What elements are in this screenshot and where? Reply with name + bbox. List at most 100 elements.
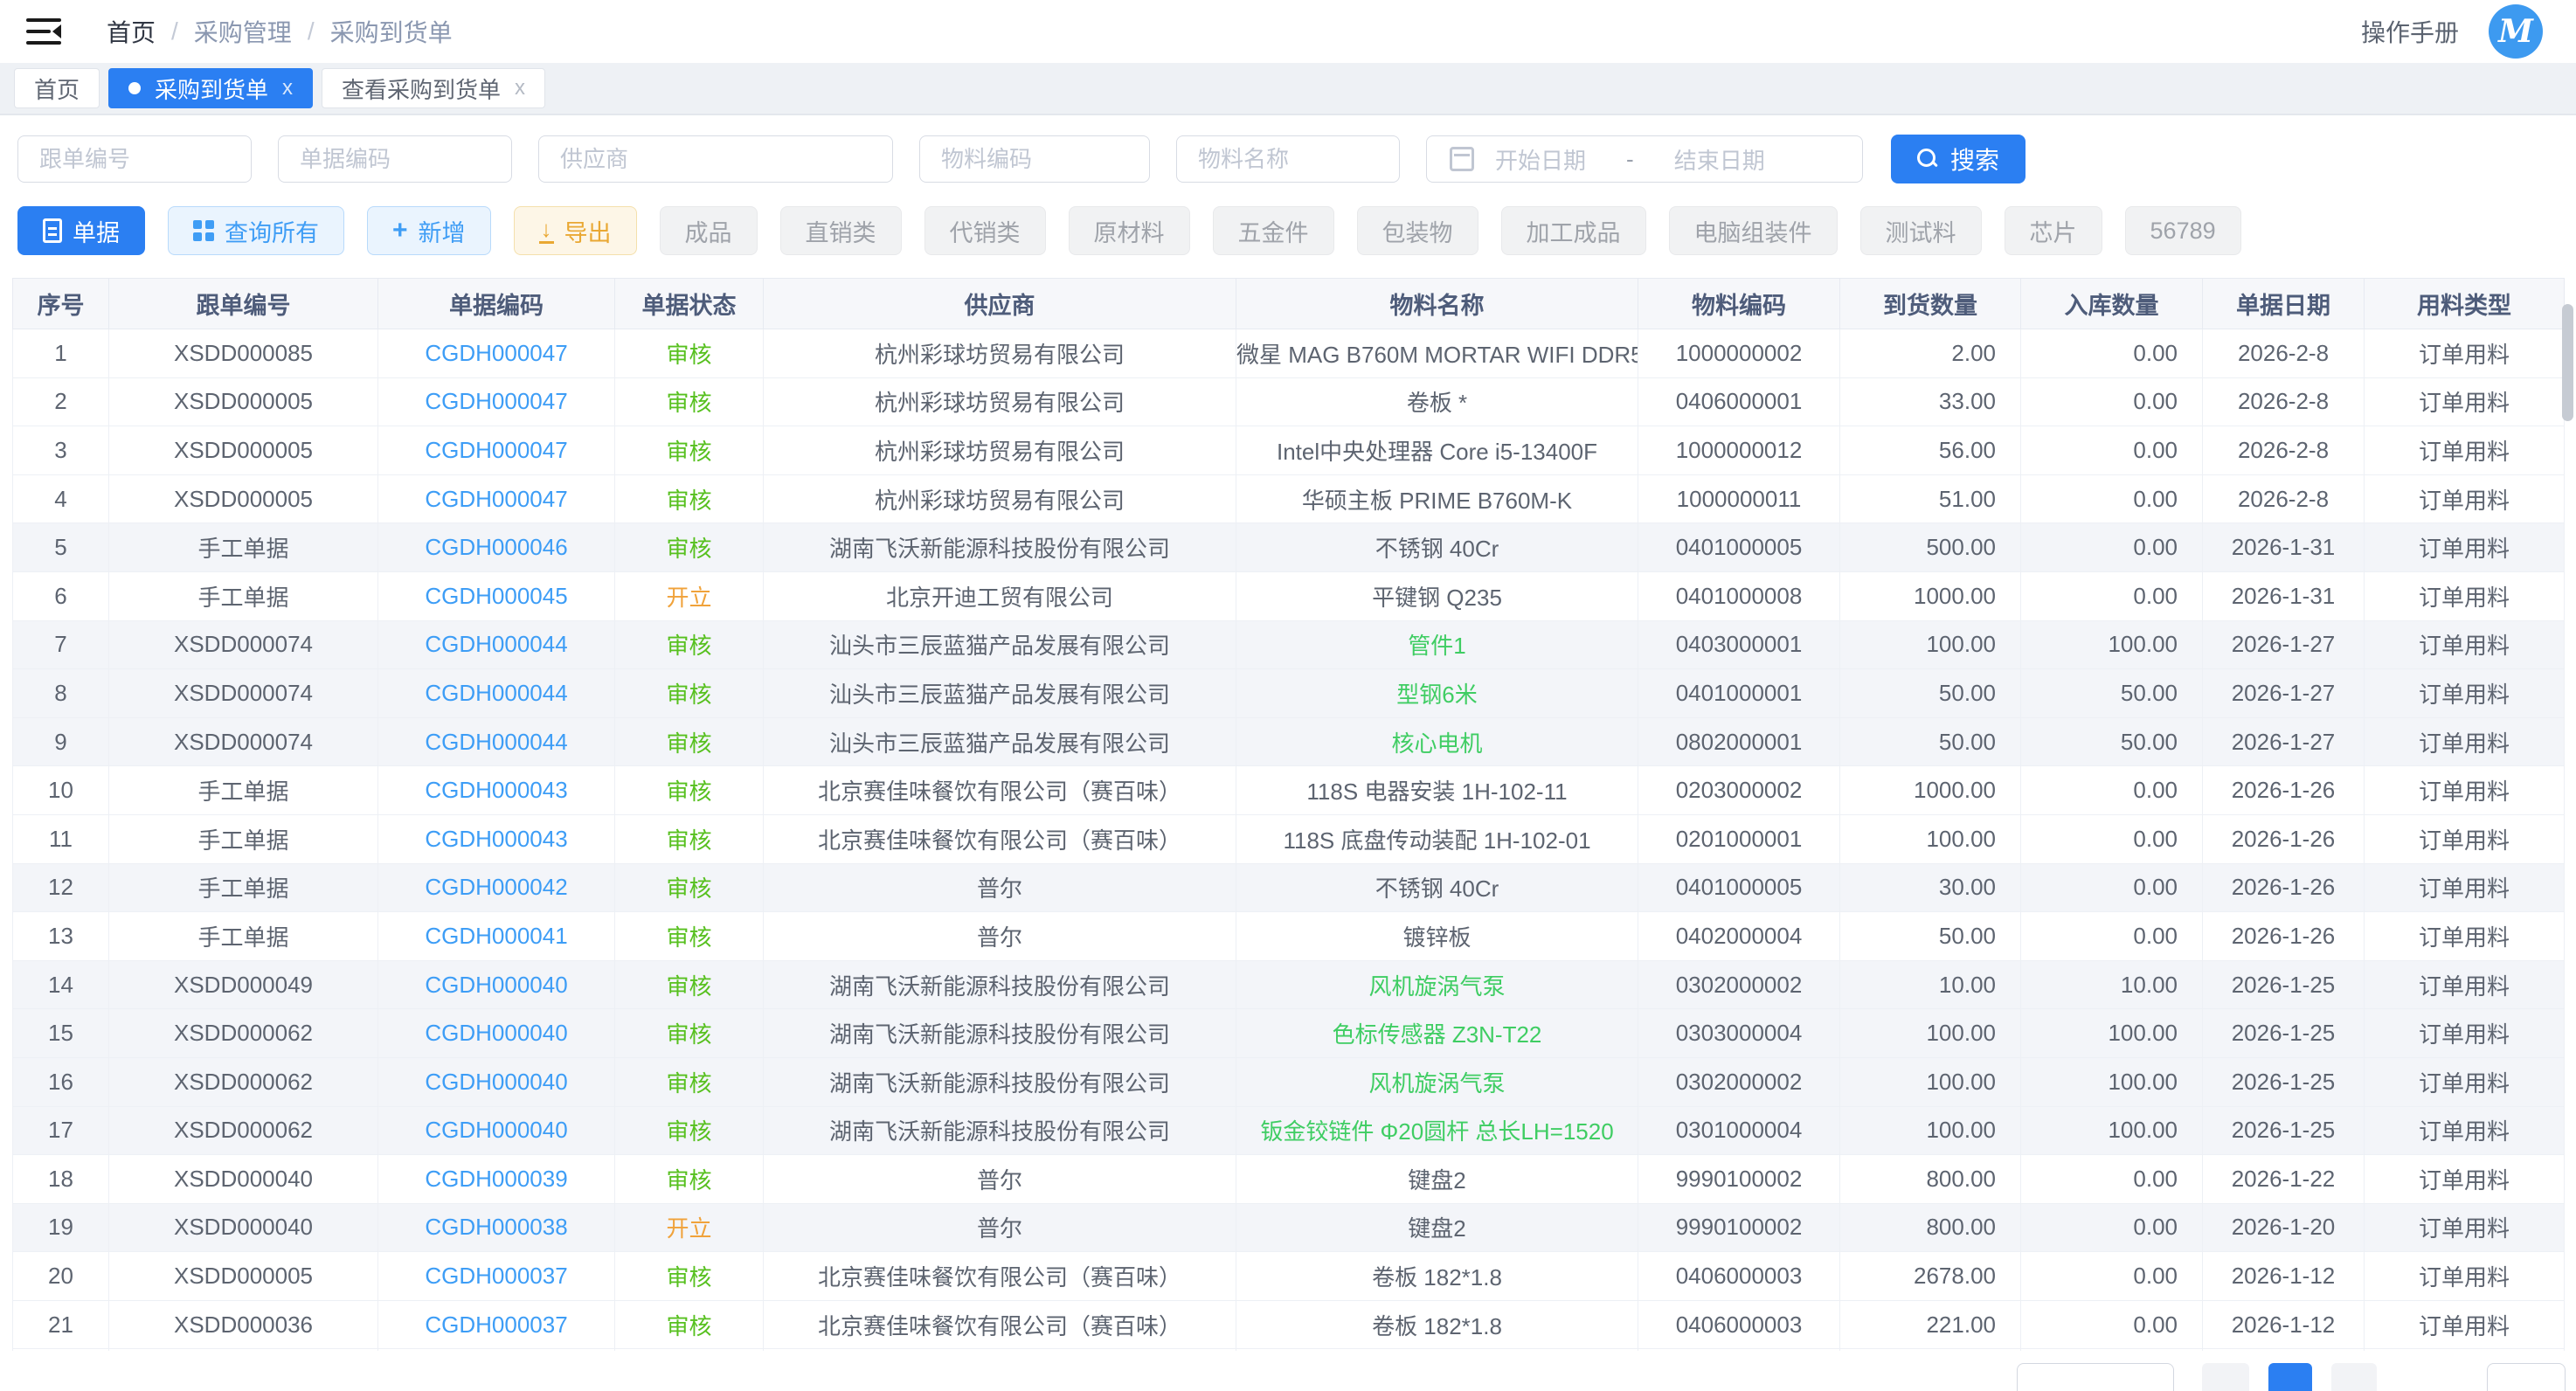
doc-code-link[interactable]: CGDH000047 — [425, 486, 567, 512]
table-row[interactable]: 15XSDD000062CGDH000040审核湖南飞沃新能源科技股份有限公司色… — [13, 1009, 2565, 1058]
doc-code-link[interactable]: CGDH000044 — [425, 680, 567, 706]
plus-icon: + — [392, 218, 408, 244]
page-size-select[interactable] — [2017, 1363, 2174, 1391]
doc-code-link[interactable]: CGDH000044 — [425, 631, 567, 657]
material-code-input[interactable] — [919, 135, 1150, 183]
table-row[interactable]: 7XSDD000074CGDH000044审核汕头市三辰蓝猫产品发展有限公司管件… — [13, 620, 2565, 669]
order-no-input[interactable] — [17, 135, 252, 183]
table-row[interactable]: 5手工单据CGDH000046审核湖南飞沃新能源科技股份有限公司不锈钢 40Cr… — [13, 523, 2565, 572]
doc-code-link[interactable]: CGDH000037 — [425, 1311, 567, 1338]
category-button-raw-material[interactable]: 原材料 — [1069, 206, 1190, 255]
cell-arrived-qty: 100.00 — [1840, 1057, 2021, 1106]
cell-seq: 20 — [13, 1252, 109, 1301]
doc-code-link[interactable]: CGDH000040 — [425, 1020, 567, 1046]
page-jump-select[interactable] — [2487, 1363, 2566, 1391]
category-button-packaging[interactable]: 包装物 — [1357, 206, 1478, 255]
search-button[interactable]: 搜索 — [1891, 135, 2025, 183]
breadcrumb-separator: / — [171, 17, 178, 45]
table-row[interactable]: 14XSDD000049CGDH000040审核湖南飞沃新能源科技股份有限公司风… — [13, 960, 2565, 1009]
table-row[interactable]: 8XSDD000074CGDH000044审核汕头市三辰蓝猫产品发展有限公司型钢… — [13, 669, 2565, 718]
tab-home[interactable]: 首页 — [14, 68, 100, 108]
category-button-computer-assembly[interactable]: 电脑组装件 — [1669, 206, 1838, 255]
cell-stocked-qty: 100.00 — [2021, 1057, 2203, 1106]
tab-view-purchase-arrival[interactable]: 查看采购到货单 x — [322, 68, 545, 108]
export-button[interactable]: ↓ 导出 — [514, 206, 637, 255]
category-button-finished-goods[interactable]: 成品 — [660, 206, 758, 255]
table-row[interactable]: 9XSDD000074CGDH000044审核汕头市三辰蓝猫产品发展有限公司核心… — [13, 717, 2565, 766]
active-page-button[interactable] — [2268, 1363, 2312, 1391]
date-range-picker[interactable]: 开始日期 - 结束日期 — [1426, 135, 1863, 183]
table-row[interactable]: 18XSDD000040CGDH000039审核普尔键盘299901000028… — [13, 1155, 2565, 1204]
doc-code-link[interactable]: CGDH000038 — [425, 1214, 567, 1240]
table-row[interactable]: 4XSDD000005CGDH000047审核杭州彩球坊贸易有限公司华硕主板 P… — [13, 474, 2565, 523]
cell-material-name: 微星 MAG B760M MORTAR WIFI DDR5 主板 — [1236, 329, 1638, 378]
category-button-direct-sale[interactable]: 直销类 — [780, 206, 902, 255]
table-row[interactable]: 21XSDD000036CGDH000037审核北京赛佳味餐饮有限公司（赛百味）… — [13, 1300, 2565, 1349]
cell-material-name: 风机旋涡气泵 — [1236, 1057, 1638, 1106]
close-icon[interactable]: x — [515, 78, 525, 99]
doc-code-link[interactable]: CGDH000040 — [425, 972, 567, 998]
supplier-input[interactable] — [538, 135, 893, 183]
breadcrumb-purchase-management[interactable]: 采购管理 — [194, 14, 292, 49]
doc-code-input[interactable] — [278, 135, 512, 183]
close-icon[interactable]: x — [282, 78, 293, 99]
category-button-chip[interactable]: 芯片 — [2005, 206, 2102, 255]
doc-code-link[interactable]: CGDH000043 — [425, 777, 567, 803]
doc-code-link[interactable]: CGDH000043 — [425, 826, 567, 852]
cell-doc-status: 审核 — [615, 474, 764, 523]
table-row[interactable]: 19XSDD000040CGDH000038开立普尔键盘299901000028… — [13, 1203, 2565, 1252]
prev-page-button[interactable] — [2202, 1363, 2249, 1391]
category-button-56789[interactable]: 56789 — [2125, 206, 2241, 255]
query-all-button[interactable]: 查询所有 — [168, 206, 344, 255]
next-page-button[interactable] — [2331, 1363, 2377, 1391]
table-row[interactable]: 17XSDD000062CGDH000040审核湖南飞沃新能源科技股份有限公司钣… — [13, 1106, 2565, 1155]
user-avatar[interactable]: M — [2489, 4, 2543, 59]
cell-supplier: 汕头市三辰蓝猫产品发展有限公司 — [764, 669, 1236, 718]
add-button[interactable]: + 新增 — [367, 206, 491, 255]
doc-code-link[interactable]: CGDH000047 — [425, 388, 567, 414]
table-row[interactable]: 2XSDD000005CGDH000047审核杭州彩球坊贸易有限公司卷板 *04… — [13, 377, 2565, 426]
table-row[interactable]: 11手工单据CGDH000043审核北京赛佳味餐饮有限公司（赛百味）118S 底… — [13, 814, 2565, 863]
doc-code-link[interactable]: CGDH000047 — [425, 340, 567, 366]
table-row[interactable]: 20XSDD000005CGDH000037审核北京赛佳味餐饮有限公司（赛百味）… — [13, 1252, 2565, 1301]
doc-code-link[interactable]: CGDH000041 — [425, 923, 567, 949]
doc-code-link[interactable]: CGDH000037 — [425, 1263, 567, 1289]
document-button[interactable]: 单据 — [17, 206, 145, 255]
category-button-processed-goods[interactable]: 加工成品 — [1501, 206, 1646, 255]
cell-usage-type: 订单用料 — [2365, 1155, 2565, 1204]
breadcrumb-home[interactable]: 首页 — [107, 14, 156, 49]
table-row[interactable]: 1XSDD000085CGDH000047审核杭州彩球坊贸易有限公司微星 MAG… — [13, 329, 2565, 378]
doc-code-link[interactable]: CGDH000042 — [425, 874, 567, 900]
category-button-test-material[interactable]: 测试料 — [1860, 206, 1982, 255]
tab-purchase-arrival-active[interactable]: 采购到货单 x — [108, 68, 313, 108]
category-button-consignment[interactable]: 代销类 — [924, 206, 1046, 255]
operation-manual-link[interactable]: 操作手册 — [2361, 14, 2459, 49]
doc-code-link[interactable]: CGDH000040 — [425, 1069, 567, 1095]
menu-collapse-icon[interactable] — [26, 18, 61, 45]
table-row[interactable]: 13手工单据CGDH000041审核普尔镀锌板040200000450.000.… — [13, 912, 2565, 961]
material-name-input[interactable] — [1176, 135, 1400, 183]
table-row[interactable]: 12手工单据CGDH000042审核普尔不锈钢 40Cr040100000530… — [13, 863, 2565, 912]
cell-arrived-qty: 221.00 — [1840, 1300, 2021, 1349]
cell-material-code: 0401000005 — [1638, 863, 1840, 912]
cell-supplier: 湖南飞沃新能源科技股份有限公司 — [764, 960, 1236, 1009]
table-row[interactable]: 10手工单据CGDH000043审核北京赛佳味餐饮有限公司（赛百味）118S 电… — [13, 766, 2565, 815]
doc-code-link[interactable]: CGDH000044 — [425, 729, 567, 755]
table-row[interactable]: 6手工单据CGDH000045开立北京开迪工贸有限公司平键钢 Q23504010… — [13, 571, 2565, 620]
vertical-scrollbar-thumb[interactable] — [2562, 304, 2573, 421]
cell-order-no: XSDD000005 — [109, 1252, 378, 1301]
doc-code-link[interactable]: CGDH000047 — [425, 437, 567, 463]
cell-order-no: XSDD000085 — [109, 329, 378, 378]
doc-code-link[interactable]: CGDH000039 — [425, 1166, 567, 1192]
doc-code-link[interactable]: CGDH000040 — [425, 1117, 567, 1143]
table-row[interactable]: 16XSDD000062CGDH000040审核湖南飞沃新能源科技股份有限公司风… — [13, 1057, 2565, 1106]
cell-usage-type: 订单用料 — [2365, 717, 2565, 766]
table-row[interactable]: 3XSDD000005CGDH000047审核杭州彩球坊贸易有限公司Intel中… — [13, 426, 2565, 475]
cell-doc-status: 审核 — [615, 620, 764, 669]
cell-order-no: XSDD000074 — [109, 669, 378, 718]
cell-doc-date: 2026-1-12 — [2203, 1252, 2365, 1301]
cell-seq: 2 — [13, 377, 109, 426]
doc-code-link[interactable]: CGDH000045 — [425, 583, 567, 609]
doc-code-link[interactable]: CGDH000046 — [425, 534, 567, 560]
category-button-hardware[interactable]: 五金件 — [1213, 206, 1334, 255]
